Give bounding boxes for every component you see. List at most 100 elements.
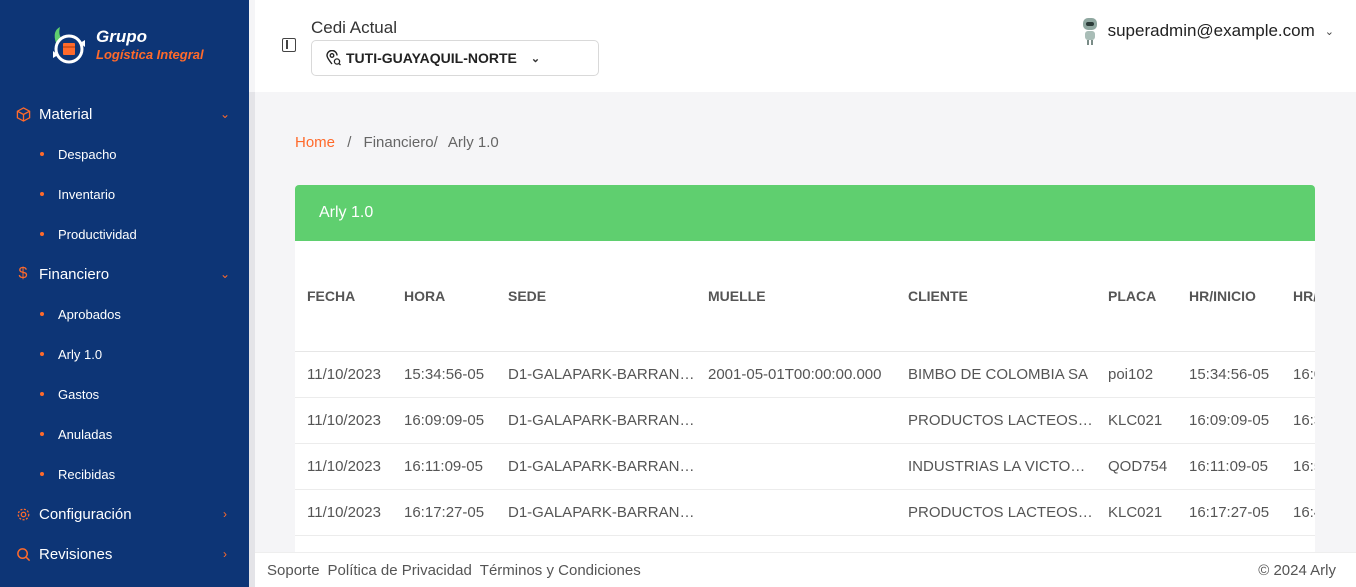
sidebar-item-gastos[interactable]: Gastos — [0, 374, 249, 414]
brand-line2: Logística Integral — [96, 47, 204, 62]
bullet-icon — [40, 472, 44, 476]
table-row[interactable]: 11/10/2023 16:11:09-05 D1-GALAPARK-BARRANQ… — [295, 443, 1315, 490]
arly-card: Arly 1.0 FECHA HORA SEDE MUELLE CLIENTE PLACA… — [295, 185, 1315, 552]
table-cell: 16:17:27-05 — [1177, 489, 1281, 536]
card-title: Arly 1.0 — [295, 185, 1315, 241]
logo-icon — [46, 23, 92, 69]
table-cell: 16:0 — [1281, 351, 1315, 398]
sidebar-item-label: Inventario — [58, 186, 116, 202]
column-header[interactable]: MUELLE — [696, 241, 896, 352]
table-cell: 11/10/2023 — [295, 397, 392, 444]
table-cell: INDUSTRIAS LA VICTORIA SA — [896, 443, 1096, 490]
table-cell: 16:09:09-05 — [392, 397, 496, 444]
sidebar-item-productividad[interactable]: Productividad — [0, 214, 249, 254]
sidebar-nav: Material ⌄ Despacho Inventario Productividad… — [0, 92, 249, 587]
table-cell: 16:4 — [1281, 489, 1315, 536]
table-cell: KLC021 — [1096, 489, 1177, 536]
sidebar-group-label: Financiero — [39, 265, 110, 283]
column-header[interactable]: SEDE — [496, 241, 696, 352]
sidebar-group-configuracion[interactable]: Configuración › — [0, 494, 249, 534]
avatar — [1080, 16, 1100, 46]
sidebar-item-inventario[interactable]: Inventario — [0, 174, 249, 214]
sidebar-group-maestros[interactable]: Maestros› — [0, 574, 249, 587]
brand-line1: Grupo — [96, 27, 147, 46]
table-cell: D1-GALAPARK-BARRANQUILLA — [496, 351, 696, 398]
brand-logo[interactable]: Grupo Logística Integral — [0, 0, 249, 92]
column-header[interactable]: FECHA — [295, 241, 392, 352]
breadcrumb-home[interactable]: Home — [295, 134, 335, 151]
table-cell: poi102 — [1096, 351, 1177, 398]
sidebar-item-label: Anuladas — [58, 426, 113, 442]
column-header[interactable]: CLIENTE — [896, 241, 1096, 352]
table-cell: 11/10/2023 — [295, 535, 392, 552]
footer: Soporte Política de Privacidad Términos … — [255, 552, 1356, 587]
sidebar-group-revisiones[interactable]: Revisiones › — [0, 534, 249, 574]
search-icon — [15, 546, 31, 562]
chevron-right-icon: › — [223, 507, 227, 521]
table-cell — [696, 397, 896, 444]
table-cell: D1-GALAPARK-BARRANQUILLA — [496, 443, 696, 490]
chevron-down-icon: ⌄ — [219, 267, 231, 281]
table-cell: 16:3 — [1281, 397, 1315, 444]
breadcrumb-separator: / — [347, 134, 352, 151]
table-cell: 11/10/2023 — [295, 351, 392, 398]
sidebar-item-label: Recibidas — [58, 466, 116, 482]
table-row[interactable]: 11/10/2023 16:09:09-05 D1-GALAPARK-BARRANQ… — [295, 397, 1315, 444]
sidebar: Grupo Logística Integral Material ⌄ Despac… — [0, 0, 249, 587]
location-pin-icon — [326, 50, 341, 66]
table-cell: 16:19:48-05 — [1177, 535, 1281, 552]
table-cell: 16:5 — [1281, 535, 1315, 552]
box-icon — [15, 106, 31, 122]
table-cell: D1-GALAPARK-BARRANQUILLA — [496, 489, 696, 536]
sidebar-item-recibidas[interactable]: Recibidas — [0, 454, 249, 494]
chevron-down-icon: ⌄ — [530, 52, 541, 65]
table-cell: PRODUCTOS LACTEOS ALPINA — [896, 535, 1096, 552]
footer-link-soporte[interactable]: Soporte — [267, 562, 320, 579]
chevron-down-icon: ⌄ — [219, 107, 231, 121]
table-cell: 11/10/2023 — [295, 489, 392, 536]
gear-icon — [15, 506, 31, 522]
sidebar-item-aprobados[interactable]: Aprobados — [0, 294, 249, 334]
sidebar-item-despacho[interactable]: Despacho — [0, 134, 249, 174]
table-row[interactable]: 11/10/2023 15:34:56-05 D1-GALAPARK-BARRANQ… — [295, 351, 1315, 398]
column-header[interactable]: PLACA — [1096, 241, 1177, 352]
main-content: Home / Financiero/ Arly 1.0 Arly 1.0 FEC… — [255, 92, 1356, 552]
table-cell: 16:11:09-05 — [1177, 443, 1281, 490]
table-cell: 2001-05-01T00:00:00.000 — [696, 535, 896, 552]
sidebar-toggle-icon[interactable] — [282, 38, 296, 52]
sidebar-group-label: Material — [39, 105, 93, 123]
column-header[interactable]: HORA — [392, 241, 496, 352]
cedi-select[interactable]: TUTI-GUAYAQUIL-NORTE ⌄ — [311, 40, 599, 76]
bullet-icon — [40, 192, 44, 196]
table-cell: 2001-05-01T00:00:00.000 — [696, 351, 896, 398]
table-cell: 15:34:56-05 — [1177, 351, 1281, 398]
sidebar-item-label: Arly 1.0 — [58, 346, 103, 362]
table-cell: PRODUCTOS LACTEOS ALPINA — [896, 397, 1096, 444]
top-header: Cedi Actual TUTI-GUAYAQUIL-NORTE ⌄ super… — [255, 0, 1356, 92]
sidebar-group-financiero[interactable]: $ Financiero ⌄ — [0, 254, 249, 294]
column-header[interactable]: HR/INICIO — [1177, 241, 1281, 352]
chevron-right-icon: › — [223, 547, 227, 561]
table-cell: 15:34:56-05 — [392, 351, 496, 398]
footer-copyright: © 2024 Arly — [1258, 561, 1336, 579]
footer-link-terminos[interactable]: Términos y Condiciones — [480, 562, 641, 579]
bullet-icon — [40, 432, 44, 436]
breadcrumb-section[interactable]: Financiero/ — [364, 134, 438, 151]
table-row[interactable]: 11/10/202316:19:48-05D1-GALAPARK-BARRANQ… — [295, 535, 1315, 552]
sidebar-item-anuladas[interactable]: Anuladas — [0, 414, 249, 454]
column-header[interactable]: HR/ — [1281, 241, 1315, 352]
table-row[interactable]: 11/10/2023 16:17:27-05 D1-GALAPARK-BARRANQ… — [295, 489, 1315, 536]
sidebar-group-label: Configuración — [39, 505, 132, 523]
table-cell: QOD754 — [1096, 535, 1177, 552]
footer-link-privacidad[interactable]: Política de Privacidad — [328, 562, 472, 579]
user-menu[interactable]: superadmin@example.com ⌄ — [1080, 16, 1334, 46]
table-cell: PRODUCTOS LACTEOS ALPINA — [896, 489, 1096, 536]
sidebar-item-arly-1-0[interactable]: Arly 1.0 — [0, 334, 249, 374]
bullet-icon — [40, 312, 44, 316]
sidebar-group-label: Revisiones — [39, 545, 113, 563]
table-cell: QOD754 — [1096, 443, 1177, 490]
breadcrumb-current: Arly 1.0 — [447, 134, 499, 151]
sidebar-group-material[interactable]: Material ⌄ — [0, 94, 249, 134]
table-body: 11/10/2023 15:34:56-05 D1-GALAPARK-BARRANQ… — [295, 351, 1315, 552]
table-cell: 16:19:48-05 — [392, 535, 496, 552]
